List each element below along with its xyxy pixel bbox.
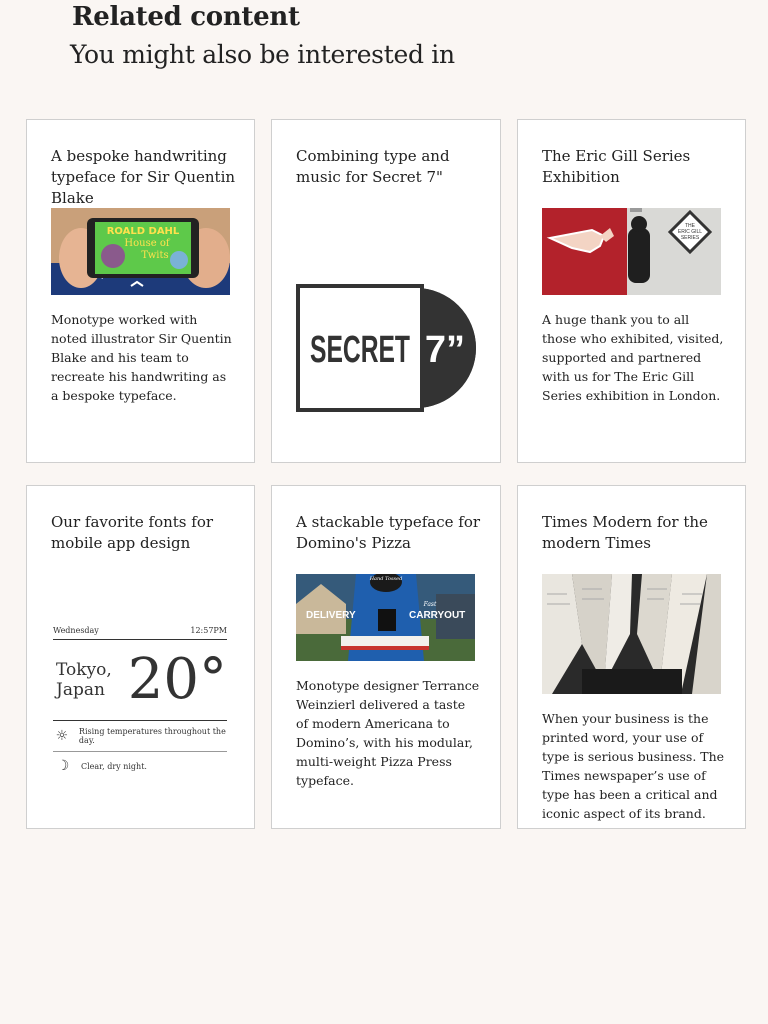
times-thumbnail — [542, 574, 721, 694]
image-text: Hand Tossed — [369, 576, 403, 582]
image-text: Fast — [423, 601, 437, 608]
weather-day: Wednesday — [53, 626, 99, 635]
card-description: Monotype designer Terrance Weinzierl del… — [296, 678, 480, 788]
weather-city: Tokyo, — [56, 660, 112, 680]
card-secret-7[interactable]: Combining type and music for Secret 7" S… — [271, 119, 501, 463]
card-title: The Eric Gill Series Exhibition — [542, 147, 691, 186]
card-title: A stackable typeface for Domino's Pizza — [296, 513, 481, 552]
image-text: CARRYOUT — [409, 610, 465, 621]
card-quentin-blake[interactable]: A bespoke handwriting typeface for Sir Q… — [26, 119, 255, 463]
weather-temperature: 20° — [127, 647, 227, 712]
image-text: House of — [124, 238, 170, 249]
card-times-modern[interactable]: Times Modern for the modern Times When y… — [517, 485, 746, 829]
image-text: DELIVERY — [306, 610, 356, 621]
section-heading: You might also be interested in — [70, 40, 455, 69]
image-text: SERIES — [681, 235, 700, 241]
secret-7-logo: SECRET 7” — [296, 284, 478, 412]
logo-text: SECRET — [310, 329, 410, 371]
dominos-thumbnail: DELIVERY CARRYOUT Hand Tossed Fast — [296, 574, 475, 661]
image-text: ROALD DAHL — [107, 226, 180, 237]
card-description: Monotype worked with noted illustrator S… — [51, 312, 232, 403]
logo-text: 7” — [425, 329, 465, 371]
card-title: Combining type and music for Secret 7" — [296, 147, 450, 186]
eric-gill-thumbnail: THE ERIC GILL SERIES — [542, 208, 721, 295]
weather-forecast-night: Clear, dry night. — [81, 761, 147, 771]
weather-forecast-day: Rising temperatures throughout the day. — [78, 727, 226, 745]
card-title: Our favorite fonts for mobile app design — [51, 513, 214, 552]
sun-icon: ☼ — [55, 728, 69, 744]
weather-country: Japan — [56, 680, 105, 700]
weather-time: 12:57PM — [190, 626, 227, 635]
weather-widget-illustration: Wednesday 12:57PM Tokyo, Japan 20° ☼ Ris… — [53, 626, 227, 780]
moon-icon: ☽ — [56, 758, 70, 774]
card-mobile-fonts[interactable]: Our favorite fonts for mobile app design… — [26, 485, 255, 829]
card-description: A huge thank you to all those who exhibi… — [542, 312, 724, 403]
card-title: A bespoke handwriting typeface for Sir Q… — [51, 147, 236, 207]
image-text: Twits — [141, 250, 168, 261]
card-title: Times Modern for the modern Times — [542, 513, 708, 552]
card-eric-gill[interactable]: The Eric Gill Series Exhibition THE ERIC… — [517, 119, 746, 463]
quentin-blake-thumbnail: ROALD DAHL House of Twits — [51, 208, 230, 295]
card-dominos[interactable]: A stackable typeface for Domino's Pizza … — [271, 485, 501, 829]
section-label: Related content — [72, 2, 300, 32]
card-description: When your business is the printed word, … — [542, 711, 725, 821]
